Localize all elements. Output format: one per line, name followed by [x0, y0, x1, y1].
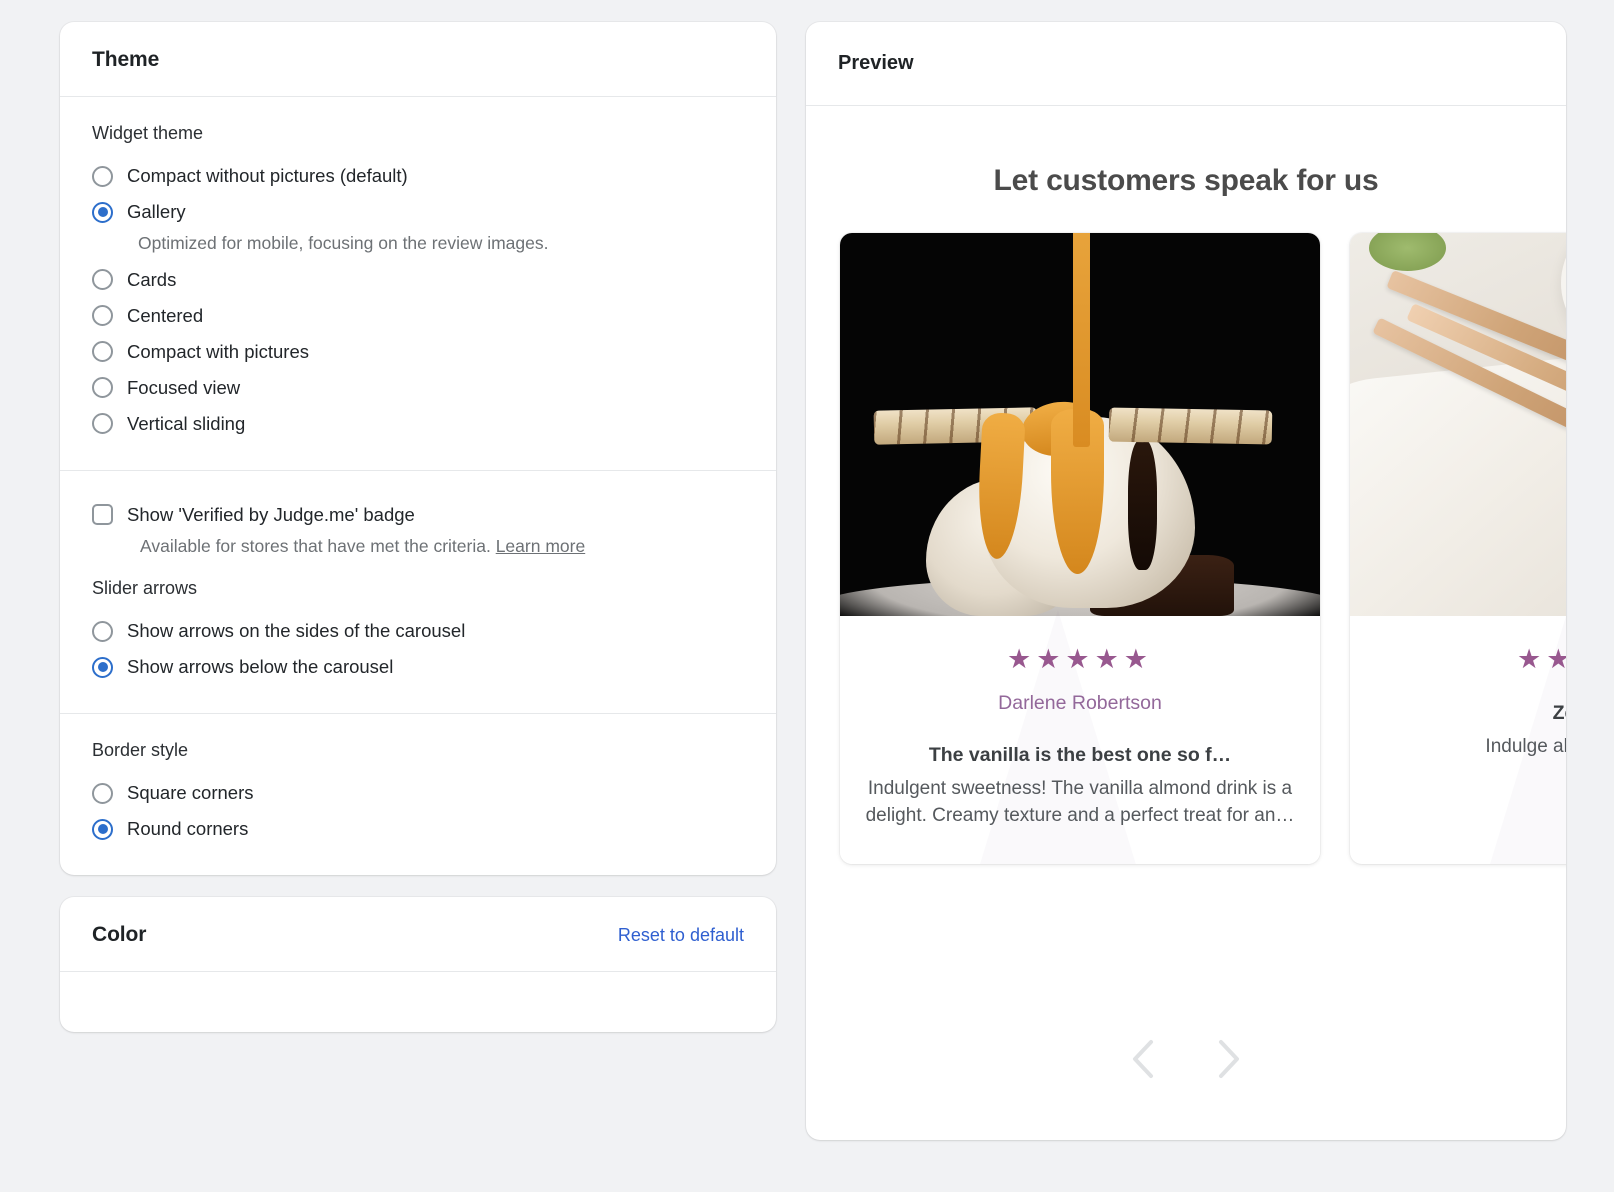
radio-label: Cards	[127, 268, 177, 290]
radio-label: Round corners	[127, 818, 249, 840]
review-title: The vanilla is the best one so f…	[928, 744, 1232, 766]
star-rating-icon: ★★★★★	[1516, 644, 1566, 674]
radio-label: Gallery	[127, 200, 186, 222]
radio-label: Vertical sliding	[127, 412, 246, 434]
color-card: Color Reset to default	[60, 897, 776, 1033]
radio-compact-without-pictures[interactable]: Compact without pictures (default)	[92, 158, 744, 194]
checkbox-verified-badge[interactable]: Show 'Verified by Judge.me' badge	[92, 497, 744, 533]
color-card-header: Color Reset to default	[60, 897, 776, 973]
radio-icon-unchecked[interactable]	[92, 341, 113, 363]
review-title: Zesty ar	[1552, 702, 1566, 724]
radio-icon-unchecked[interactable]	[92, 165, 113, 187]
preview-title: Preview	[806, 22, 1566, 106]
radio-round-corners[interactable]: Round corners	[92, 811, 744, 847]
radio-arrows-on-sides[interactable]: Show arrows on the sides of the carousel	[92, 613, 744, 649]
review-carousel[interactable]: ★★★★★ Darlene Robertson The vanilla is t…	[806, 233, 1566, 864]
radio-icon-unchecked[interactable]	[92, 377, 113, 399]
theme-title: Theme	[92, 48, 160, 71]
review-body: ★★★★★ Darlene Robertson The vanilla is t…	[840, 610, 1320, 864]
radio-icon-checked[interactable]	[92, 656, 113, 678]
radio-square-corners[interactable]: Square corners	[92, 775, 744, 811]
theme-card-header: Theme	[60, 22, 776, 97]
review-image	[840, 233, 1320, 616]
radio-label: Show arrows below the carousel	[127, 656, 394, 678]
radio-cards[interactable]: Cards	[92, 262, 744, 298]
settings-column: Theme Widget theme Compact without pictu…	[60, 22, 776, 1192]
badge-helper-sentence: Available for stores that have met the c…	[140, 535, 491, 556]
radio-arrows-below[interactable]: Show arrows below the carousel	[92, 649, 744, 685]
radio-label: Compact with pictures	[127, 340, 309, 362]
radio-icon-unchecked[interactable]	[92, 413, 113, 435]
pastry-cutlery-photo	[1350, 233, 1566, 616]
radio-compact-with-pictures[interactable]: Compact with pictures	[92, 334, 744, 370]
color-title: Color	[92, 923, 147, 947]
widget-heading: Let customers speak for us	[993, 164, 1379, 197]
checkbox-icon-unchecked[interactable]	[92, 504, 113, 526]
slider-arrows-label: Slider arrows	[92, 578, 198, 599]
radio-gallery[interactable]: Gallery	[92, 194, 744, 230]
radio-icon-checked[interactable]	[92, 818, 113, 840]
radio-focused-view[interactable]: Focused view	[92, 370, 744, 406]
radio-label: Centered	[127, 304, 204, 326]
radio-icon-unchecked[interactable]	[92, 305, 113, 327]
star-rating-icon: ★★★★★	[1006, 644, 1154, 674]
review-text: Indulge almond texture a	[1485, 736, 1566, 757]
chevron-right-icon	[1219, 1040, 1239, 1078]
badge-and-arrows-section: Show 'Verified by Judge.me' badge Availa…	[60, 469, 776, 714]
gallery-helper-text: Optimized for mobile, focusing on the re…	[138, 233, 549, 253]
checkbox-label: Show 'Verified by Judge.me' badge	[127, 503, 415, 525]
caramel-sundae-photo	[840, 233, 1320, 616]
carousel-arrows	[806, 1036, 1566, 1082]
radio-vertical-sliding[interactable]: Vertical sliding	[92, 406, 744, 442]
radio-icon-checked[interactable]	[92, 201, 113, 223]
preview-body: Let customers speak for us ★★★★★ Darlene…	[806, 106, 1566, 1140]
carousel-prev-button[interactable]	[1121, 1036, 1167, 1082]
radio-label: Compact without pictures (default)	[127, 164, 408, 186]
preview-column: Preview Let customers speak for us ★★★★★…	[806, 22, 1566, 1192]
badge-helper-text: Available for stores that have met the c…	[140, 535, 744, 559]
widget-theme-label: Widget theme	[92, 123, 204, 143]
carousel-next-button[interactable]	[1205, 1036, 1251, 1082]
review-body: ★★★★★ Zesty ar Indulge almond texture a	[1350, 610, 1566, 864]
radio-label: Show arrows on the sides of the carousel	[127, 620, 466, 642]
widget-theme-section: Widget theme Compact without pictures (d…	[60, 97, 776, 470]
review-image	[1350, 233, 1566, 616]
radio-icon-unchecked[interactable]	[92, 620, 113, 642]
reset-to-default-link[interactable]: Reset to default	[618, 925, 744, 946]
radio-label: Focused view	[127, 376, 241, 398]
review-card[interactable]: ★★★★★ Zesty ar Indulge almond texture a	[1350, 233, 1566, 864]
border-style-label: Border style	[92, 740, 189, 761]
border-style-section: Border style Square corners Round corner…	[60, 713, 776, 875]
radio-icon-unchecked[interactable]	[92, 269, 113, 291]
settings-page: Theme Widget theme Compact without pictu…	[0, 0, 1614, 1192]
chevron-left-icon	[1133, 1040, 1153, 1078]
review-text: Indulgent sweetness! The vanilla almond …	[865, 778, 1295, 826]
preview-card: Preview Let customers speak for us ★★★★★…	[806, 22, 1566, 1140]
radio-icon-unchecked[interactable]	[92, 782, 113, 804]
theme-card: Theme Widget theme Compact without pictu…	[60, 22, 776, 876]
review-card[interactable]: ★★★★★ Darlene Robertson The vanilla is t…	[840, 233, 1320, 864]
reviewer-name: Darlene Robertson	[998, 692, 1162, 714]
radio-centered[interactable]: Centered	[92, 298, 744, 334]
radio-label: Square corners	[127, 782, 254, 804]
learn-more-link[interactable]: Learn more	[496, 536, 586, 556]
